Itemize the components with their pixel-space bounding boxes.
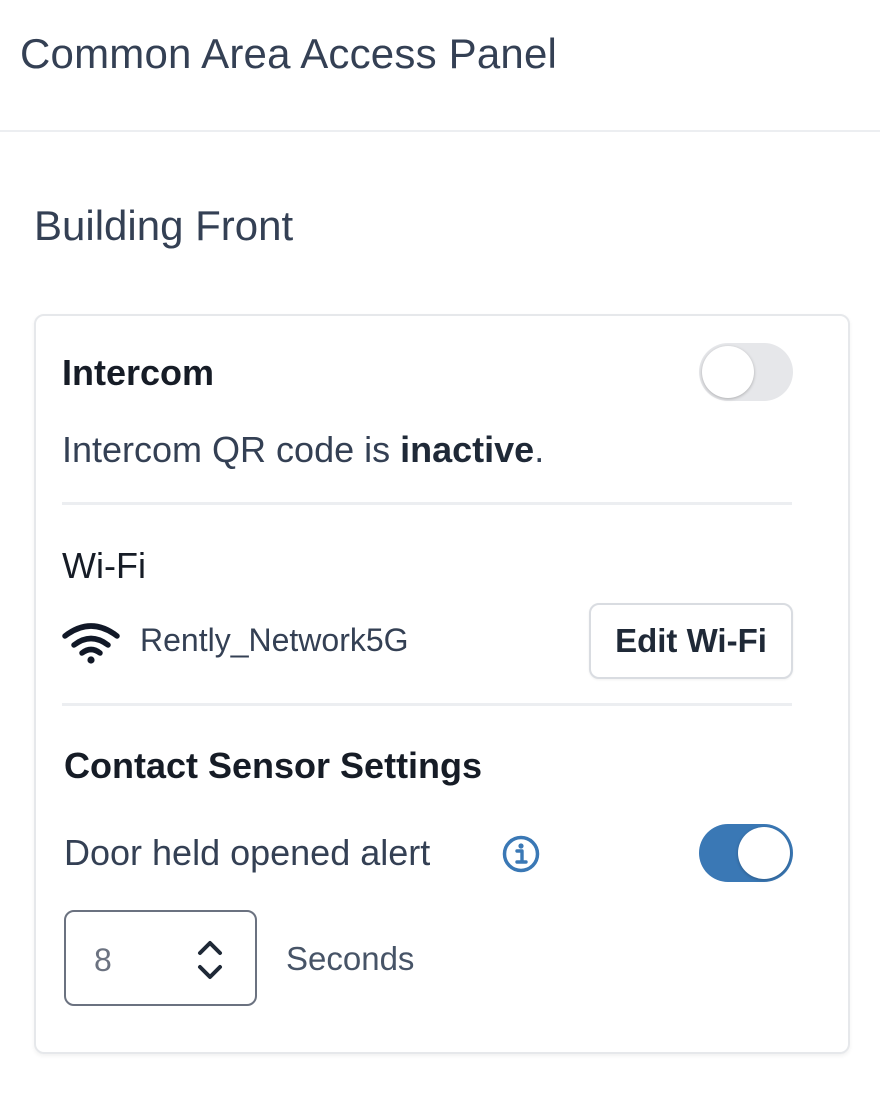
seconds-input[interactable] (94, 942, 184, 979)
intercom-toggle[interactable] (699, 343, 793, 401)
intercom-status-suffix: . (534, 429, 545, 470)
wifi-icon (62, 623, 120, 664)
edit-wifi-button[interactable]: Edit Wi-Fi (589, 603, 793, 679)
divider (62, 502, 792, 505)
intercom-status: Intercom QR code is inactive. (62, 429, 544, 471)
toggle-knob (738, 827, 790, 879)
door-alert-label: Door held opened alert (64, 832, 431, 873)
section-title: Building Front (34, 202, 294, 249)
contact-sensor-heading: Contact Sensor Settings (64, 745, 483, 786)
intercom-status-value: inactive (400, 429, 535, 470)
toggle-knob (702, 346, 754, 398)
seconds-unit-label: Seconds (286, 940, 415, 977)
intercom-status-prefix: Intercom QR code is (62, 429, 401, 470)
stepper-arrows-icon[interactable] (194, 938, 226, 982)
page-title: Common Area Access Panel (20, 30, 558, 77)
seconds-stepper[interactable] (64, 910, 257, 1006)
header: Common Area Access Panel (0, 0, 880, 132)
intercom-heading: Intercom (62, 352, 215, 393)
info-icon[interactable] (501, 834, 541, 874)
door-alert-toggle[interactable] (699, 824, 793, 882)
divider (62, 703, 792, 706)
wifi-heading: Wi-Fi (62, 545, 146, 586)
wifi-network-name: Rently_Network5G (140, 622, 409, 658)
